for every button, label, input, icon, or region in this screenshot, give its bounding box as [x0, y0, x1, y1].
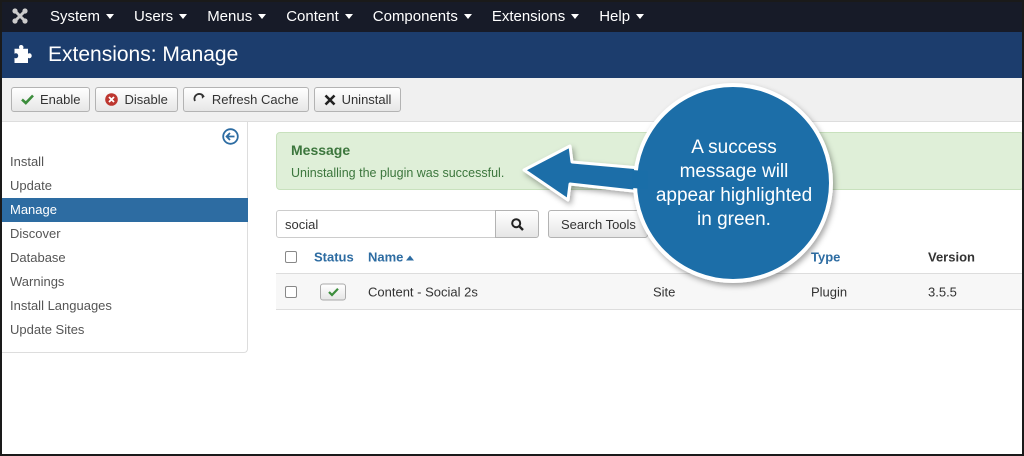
disable-label: Disable	[124, 92, 168, 107]
menu-label: Menus	[207, 7, 253, 25]
extension-type: Plugin	[811, 284, 848, 299]
joomla-logo-icon[interactable]	[0, 0, 40, 32]
column-version[interactable]: Version	[928, 249, 975, 264]
sidebar-item-discover[interactable]: Discover	[0, 222, 248, 246]
caret-down-icon	[106, 13, 115, 19]
collapse-sidebar-icon[interactable]	[222, 128, 239, 145]
table-header: Status Name Type Version	[276, 240, 1024, 274]
refresh-cache-button[interactable]: Refresh Cache	[182, 87, 309, 112]
uninstall-label: Uninstall	[341, 92, 392, 107]
checkmark-icon	[327, 287, 339, 296]
message-text: Uninstalling the plugin was successful.	[291, 166, 505, 180]
search-tools-button[interactable]: Search Tools	[548, 210, 648, 238]
callout-text: A success message will appear highlighte…	[640, 136, 828, 232]
menu-users[interactable]: Users	[124, 0, 197, 32]
menu-system[interactable]: System	[40, 0, 124, 32]
checkmark-icon	[21, 94, 34, 105]
sidebar: Install Update Manage Discover Database …	[0, 122, 248, 353]
menu-label: Help	[599, 7, 631, 25]
callout-line: appear highlighted	[655, 185, 813, 206]
disable-button[interactable]: Disable	[95, 87, 178, 112]
caret-down-icon	[344, 13, 353, 19]
message-title: Message	[291, 142, 351, 158]
x-icon	[324, 94, 336, 106]
search-button[interactable]	[495, 210, 539, 238]
extension-location: Site	[653, 284, 676, 299]
menu-components[interactable]: Components	[363, 0, 482, 32]
select-all-checkbox[interactable]	[285, 250, 297, 263]
sidebar-item-database[interactable]: Database	[0, 246, 248, 270]
page-title: Extensions: Manage	[48, 43, 239, 66]
status-toggle[interactable]	[320, 283, 346, 300]
refresh-icon	[193, 93, 206, 106]
sidebar-item-manage[interactable]: Manage	[0, 198, 248, 222]
table-row: Content - Social 2s Site Plugin 3.5.5	[276, 274, 1024, 310]
enable-label: Enable	[40, 92, 81, 107]
callout-line: in green.	[697, 209, 771, 230]
refresh-label: Refresh Cache	[211, 92, 299, 107]
column-status[interactable]: Status	[314, 249, 354, 264]
enable-button[interactable]: Enable	[11, 87, 91, 112]
extension-version: 3.5.5	[928, 284, 957, 299]
search-input[interactable]	[276, 210, 496, 238]
toolbar: Enable Disable Refresh Cache Uninstall	[0, 78, 1024, 122]
extension-name[interactable]: Content - Social 2s	[368, 284, 478, 299]
row-checkbox[interactable]	[285, 285, 297, 298]
disable-icon	[105, 93, 119, 106]
menu-label: System	[50, 7, 101, 25]
caret-down-icon	[258, 13, 267, 19]
caret-down-icon	[463, 13, 472, 19]
menu-menus[interactable]: Menus	[197, 0, 276, 32]
sidebar-item-install-languages[interactable]: Install Languages	[0, 294, 248, 318]
sort-ascending-icon	[406, 255, 415, 261]
column-type[interactable]: Type	[811, 249, 840, 264]
menu-label: Components	[372, 7, 458, 25]
top-menu-bar: System Users Menus Content Components Ex…	[0, 0, 1024, 32]
column-name-label: Name	[368, 249, 404, 264]
sidebar-item-update[interactable]: Update	[0, 174, 248, 198]
caret-down-icon	[179, 13, 188, 19]
menu-extensions[interactable]: Extensions	[482, 0, 589, 32]
column-name[interactable]: Name	[368, 249, 415, 264]
sidebar-item-update-sites[interactable]: Update Sites	[0, 318, 248, 342]
uninstall-button[interactable]: Uninstall	[313, 87, 402, 112]
sidebar-item-warnings[interactable]: Warnings	[0, 270, 248, 294]
menu-label: Extensions	[491, 7, 566, 25]
menu-content[interactable]: Content	[276, 0, 363, 32]
menu-label: Content	[286, 7, 339, 25]
puzzle-icon	[14, 45, 32, 63]
callout-line: A success	[691, 137, 777, 158]
sidebar-item-install[interactable]: Install	[0, 150, 248, 174]
search-icon	[510, 217, 524, 231]
page-header: Extensions: Manage	[0, 32, 1024, 78]
menu-label: Users	[134, 7, 174, 25]
menu-help[interactable]: Help	[589, 0, 654, 32]
caret-down-icon	[636, 13, 645, 19]
callout-line: message will	[679, 161, 789, 182]
caret-down-icon	[571, 13, 580, 19]
